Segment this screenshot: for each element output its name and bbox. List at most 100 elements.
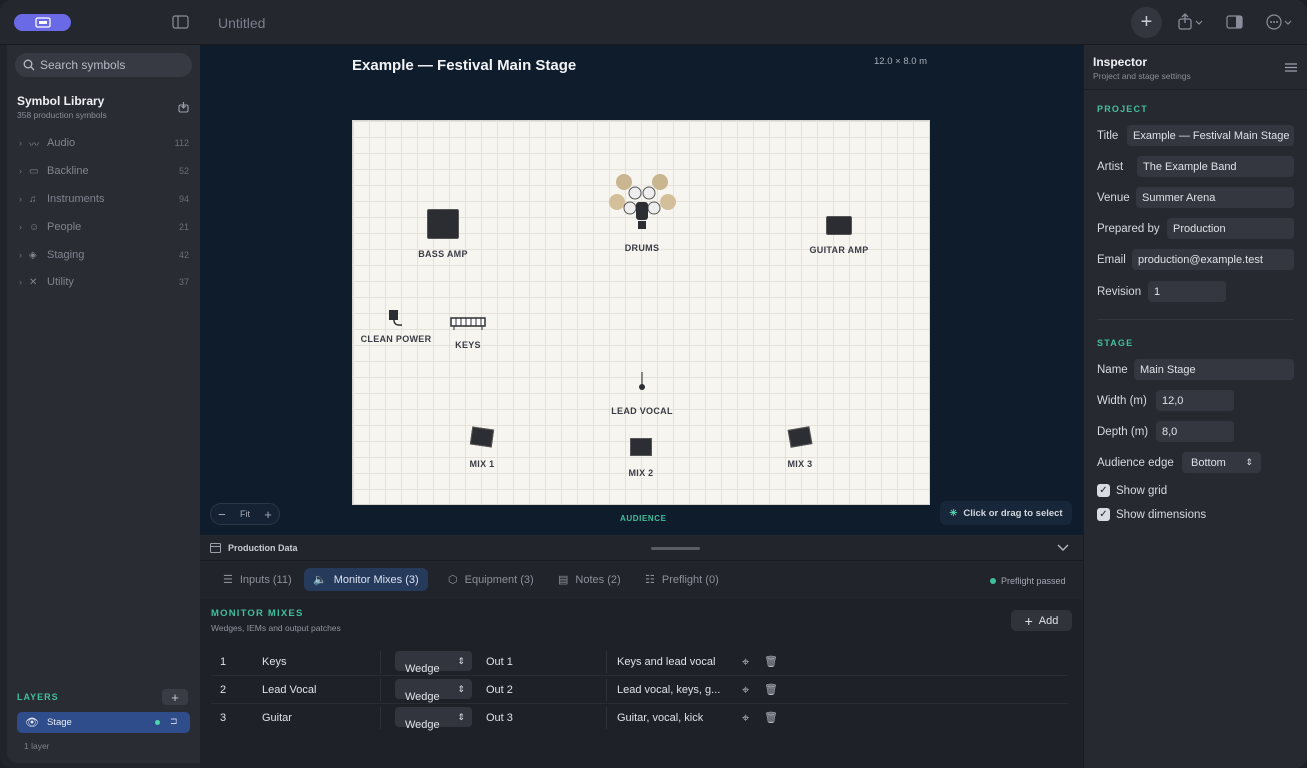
zoom-fit-button[interactable]: Fit [240,509,250,519]
keys-symbol[interactable]: KEYS [443,315,493,350]
symbol-sidebar: Search symbols Symbol Library 358 produc… [7,45,200,763]
stepper-icon: ⇕ [457,656,465,666]
category-backline[interactable]: › ▭ Backline 52 [19,162,189,180]
mix-content[interactable]: Keys and lead vocal [617,656,715,668]
lock-icon[interactable]: ⊐ [170,716,178,727]
mix-name[interactable]: Guitar [262,712,292,724]
email-field[interactable]: production@example.test [1132,249,1294,270]
target-icon[interactable]: ⌖ [742,682,749,698]
mix-content[interactable]: Lead vocal, keys, g... [617,684,720,696]
layer-name: Stage [46,717,72,728]
panel-header: Production Data [200,535,1083,561]
tab-notes[interactable]: ▤ Notes (2) [549,568,630,591]
trash-icon[interactable]: 🗑 [764,711,778,724]
mix-output[interactable]: Out 1 [486,656,513,668]
mix-1-symbol[interactable]: MIX 1 [459,426,505,469]
field-label: Prepared by [1097,222,1160,235]
more-icon[interactable] [1266,14,1294,31]
zoom-in-button[interactable]: + [264,507,272,522]
mix-name[interactable]: Keys [262,656,286,668]
venue-field[interactable]: Summer Arena [1136,187,1294,208]
name-row: Name Main Stage [1097,359,1294,380]
plus-icon: + [1140,11,1153,33]
add-layer-button[interactable]: + [162,689,188,705]
title-field[interactable]: Example — Festival Main Stage [1127,125,1294,146]
chevron-right-icon: › [19,166,22,176]
show-grid-row[interactable]: ✓ Show grid [1097,484,1167,497]
table-row[interactable]: 1 Keys Wedge ⇕ Out 1 Keys and lead vocal … [211,648,1068,676]
share-icon[interactable] [1177,13,1204,31]
mix-name[interactable]: Lead Vocal [262,684,316,696]
width-field[interactable]: 12,0 [1156,390,1234,411]
document-title: Untitled [218,15,266,31]
mix-output[interactable]: Out 2 [486,684,513,696]
show-grid-checkbox[interactable]: ✓ [1097,484,1110,497]
resize-handle[interactable] [651,547,700,550]
import-icon[interactable] [178,101,189,113]
target-icon[interactable]: ⌖ [742,654,749,670]
stage-canvas[interactable]: Example — Festival Main Stage 12.0 × 8.0… [200,45,1083,535]
add-button[interactable]: + [1131,7,1162,38]
app-window: Untitled + Search symbols Symbol Library… [0,0,1307,768]
artist-field[interactable]: The Example Band [1137,156,1294,177]
layer-row-stage[interactable]: 👁 Stage ⊐ [17,712,190,733]
category-instruments[interactable]: › ♫ Instruments 94 [19,190,189,208]
add-mix-button[interactable]: + Add [1011,610,1072,631]
select-hint: ✳ Click or drag to select [940,501,1072,525]
prepared-row: Prepared by Production [1097,218,1294,239]
symbol-label: LEAD VOCAL [611,406,673,416]
inspector-toggle-icon[interactable] [1226,15,1243,29]
tab-inputs[interactable]: ☰ Inputs (11) [214,568,301,591]
trash-icon[interactable]: 🗑 [764,655,778,668]
table-row[interactable]: 2 Lead Vocal Wedge ⇕ Out 2 Lead vocal, ke… [211,676,1068,704]
app-menu-button[interactable] [14,14,71,31]
category-audio[interactable]: › 〰 Audio 112 [19,134,189,152]
mix-2-symbol[interactable]: MIX 2 [618,438,664,478]
tools-icon: ✕ [29,276,38,288]
tab-preflight[interactable]: ☷ Preflight (0) [636,568,728,591]
chevron-down-icon[interactable] [1057,544,1069,552]
tab-monitor-mixes[interactable]: 🔈 Monitor Mixes (3) [304,568,428,591]
symbol-label: KEYS [455,340,481,350]
stage-area[interactable]: BASS AMP DRUMS GUITAR AMP CLEAN POWER KE… [352,120,930,505]
mix-output[interactable]: Out 3 [486,712,513,724]
target-icon[interactable]: ⌖ [742,710,749,726]
field-label: Artist [1097,160,1124,173]
mix-type-select[interactable]: Wedge ⇕ [395,707,472,731]
guitar-amp-symbol[interactable]: GUITAR AMP [803,216,875,255]
sparkle-icon: ✳ [949,507,958,519]
lead-vocal-symbol[interactable]: LEAD VOCAL [603,371,681,416]
mix-type-select[interactable]: Wedge ⇕ [395,651,472,675]
trash-icon[interactable]: 🗑 [764,683,778,696]
category-people[interactable]: › ☺ People 21 [19,218,189,236]
category-count: 21 [178,222,189,232]
zoom-out-button[interactable]: − [218,507,226,522]
category-utility[interactable]: › ✕ Utility 37 [19,273,189,291]
audience-edge-select[interactable]: Bottom ⇕ [1182,452,1261,473]
eye-icon[interactable]: 👁 [25,716,39,729]
tab-label: Preflight (0) [661,573,719,586]
mix-content[interactable]: Guitar, vocal, kick [617,712,703,724]
production-data-panel: Production Data ☰ Inputs (11) 🔈 Monitor Mi… [200,535,1083,768]
sliders-icon[interactable] [1285,62,1297,73]
show-dimensions-row[interactable]: ✓ Show dimensions [1097,508,1206,521]
section-subtitle: Wedges, IEMs and output patches [211,623,341,633]
show-dimensions-checkbox[interactable]: ✓ [1097,508,1110,521]
table-row[interactable]: 3 Guitar Wedge ⇕ Out 3 Guitar, vocal, kic… [211,704,1068,732]
search-input[interactable]: Search symbols [15,53,192,77]
stage-name-field[interactable]: Main Stage [1134,359,1294,380]
depth-field[interactable]: 8,0 [1156,421,1234,442]
category-staging[interactable]: › ◈ Staging 42 [19,246,189,264]
tab-equipment[interactable]: ⬡ Equipment (3) [439,568,543,591]
divider [380,651,381,673]
clean-power-symbol[interactable]: CLEAN POWER [357,309,435,344]
prepared-by-field[interactable]: Production [1167,218,1294,239]
category-count: 42 [178,250,189,260]
mix-type-select[interactable]: Wedge ⇕ [395,679,472,703]
drums-symbol[interactable]: DRUMS [603,169,681,253]
mix-3-symbol[interactable]: MIX 3 [777,426,823,469]
wedge-icon [787,426,813,448]
revision-field[interactable]: 1 [1148,281,1226,302]
sidebar-toggle-icon[interactable] [172,15,189,29]
bass-amp-symbol[interactable]: BASS AMP [413,209,473,259]
